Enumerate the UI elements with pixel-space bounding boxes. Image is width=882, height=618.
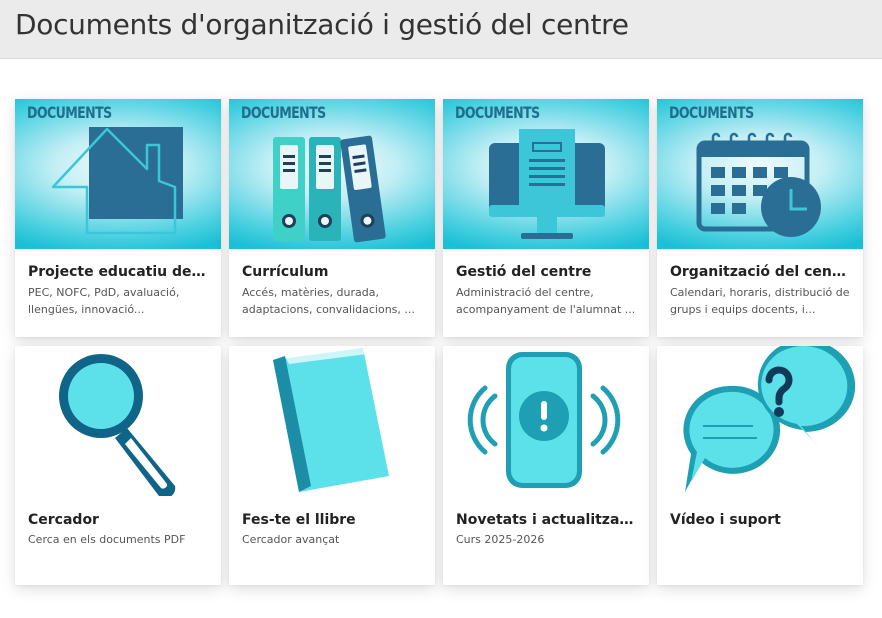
card-tag: DOCUMENTS xyxy=(455,104,540,123)
card-novetats[interactable]: Novetats i actualitzacions Curs 2025-202… xyxy=(443,346,649,585)
card-art xyxy=(15,346,221,496)
card-curriculum[interactable]: DOCUMENTS Currículum Accés, matèries, du… xyxy=(229,99,435,337)
card-title: Currículum xyxy=(242,264,329,280)
chat-question-icon xyxy=(683,346,856,492)
card-description: Accés, matèries, durada, adaptacions, co… xyxy=(242,286,415,316)
card-tag: DOCUMENTS xyxy=(669,104,754,123)
card-banner: DOCUMENTS xyxy=(443,99,649,249)
magnifier-icon xyxy=(59,354,176,496)
card-title: Organització del centre xyxy=(670,264,852,280)
page-title: Documents d'organització i gestió del ce… xyxy=(15,8,629,41)
page-header: Documents d'organització i gestió del ce… xyxy=(0,0,882,59)
card-tag: DOCUMENTS xyxy=(241,104,326,123)
card-projecte-educatiu[interactable]: DOCUMENTS Projecte educatiu de centre PE… xyxy=(15,99,221,337)
card-gestio-centre[interactable]: DOCUMENTS Gestió del centre Administraci… xyxy=(443,99,649,337)
card-organitzacio-centre[interactable]: DOCUMENTS Organització del centre Calend… xyxy=(657,99,863,337)
card-description: Curs 2025-2026 xyxy=(456,533,545,546)
card-title: Vídeo i suport xyxy=(670,512,781,528)
card-description: PEC, NOFC, PdD, avaluació, llengües, inn… xyxy=(28,286,180,316)
card-title: Cercador xyxy=(28,512,99,528)
card-banner: DOCUMENTS xyxy=(229,99,435,249)
card-art xyxy=(657,346,863,496)
card-banner: DOCUMENTS xyxy=(15,99,221,249)
phone-alert-icon xyxy=(467,352,621,488)
book-icon xyxy=(273,348,389,492)
card-tag: DOCUMENTS xyxy=(27,104,112,123)
card-title: Gestió del centre xyxy=(456,264,592,280)
card-title: Novetats i actualitzacions xyxy=(456,512,638,528)
card-banner: DOCUMENTS xyxy=(657,99,863,249)
card-video-suport[interactable]: Vídeo i suport xyxy=(657,346,863,585)
card-fes-te-llibre[interactable]: Fes-te el llibre Cercador avançat xyxy=(229,346,435,585)
card-description: Calendari, horaris, distribució de grups… xyxy=(670,286,850,316)
card-art xyxy=(229,346,435,496)
card-title: Fes-te el llibre xyxy=(242,512,356,528)
card-description: Administració del centre, acompanyament … xyxy=(456,286,636,316)
card-art xyxy=(443,346,649,496)
card-description: Cerca en els documents PDF xyxy=(28,533,186,546)
card-description: Cercador avançat xyxy=(242,533,340,546)
card-title: Projecte educatiu de centre xyxy=(28,264,210,280)
card-cercador[interactable]: Cercador Cerca en els documents PDF xyxy=(15,346,221,585)
